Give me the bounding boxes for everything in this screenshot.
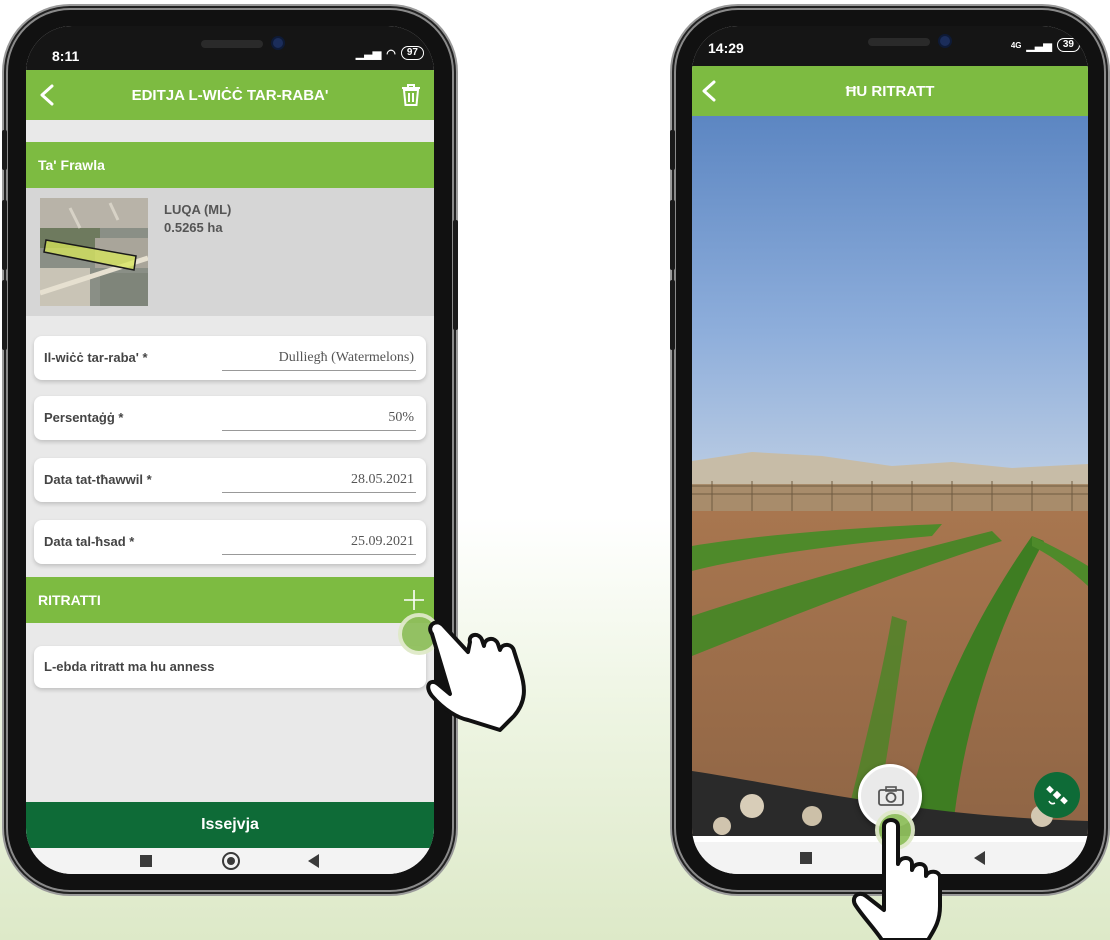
photos-title: RITRATTI xyxy=(38,592,101,608)
android-nav-bar xyxy=(26,848,434,874)
save-button[interactable]: Issejvja xyxy=(26,802,434,848)
crop-type-field[interactable]: Il-wiċċ tar-raba' * Dulliegħ (Watermelon… xyxy=(34,336,426,380)
side-button xyxy=(2,200,7,270)
app-bar: EDITJA L-WIĊĊ TAR-RABA' xyxy=(26,70,434,120)
back-button[interactable] xyxy=(974,851,985,865)
parcel-name: Ta' Frawla xyxy=(38,157,105,173)
field-value: Dulliegħ (Watermelons) xyxy=(278,350,414,365)
speaker-notch xyxy=(868,38,930,46)
back-button[interactable] xyxy=(308,854,319,868)
photos-header: RITRATTI xyxy=(26,577,434,623)
app-bar: ĦU RITRATT xyxy=(692,66,1088,116)
status-icons: 4G ▁▃▅ 39 xyxy=(1011,38,1080,52)
satellite-icon xyxy=(1046,785,1068,805)
field-value: 50% xyxy=(388,410,414,425)
hand-pointer-icon xyxy=(851,818,942,940)
trash-icon[interactable] xyxy=(400,83,422,107)
field-label: Data tat-tħawwil * xyxy=(44,472,152,487)
parcel-name-bar: Ta' Frawla xyxy=(26,142,434,188)
recents-button[interactable] xyxy=(140,855,152,867)
left-phone: 8:11 ▁▃▅ ◠ 97 EDITJA L-WIĊĊ TAR-RABA' Ta… xyxy=(2,10,458,890)
parcel-area: 0.5265 ha xyxy=(164,220,223,235)
left-screen: 8:11 ▁▃▅ ◠ 97 EDITJA L-WIĊĊ TAR-RABA' Ta… xyxy=(26,26,434,874)
percentage-field[interactable]: Persentaġġ * 50% xyxy=(34,396,426,440)
network-label: 4G xyxy=(1010,40,1022,50)
battery-icon: 97 xyxy=(400,46,424,60)
status-icons: ▁▃▅ ◠ 97 xyxy=(356,46,424,60)
wifi-icon: ◠ xyxy=(386,47,396,60)
status-bar: 8:11 ▁▃▅ ◠ 97 xyxy=(26,26,434,70)
field-label: Persentaġġ * xyxy=(44,410,124,425)
battery-icon: 39 xyxy=(1056,38,1080,52)
field-underline xyxy=(222,492,416,493)
page-title: ĦU RITRATT xyxy=(845,82,935,100)
front-camera xyxy=(273,38,283,48)
side-button xyxy=(2,130,7,170)
satellite-button[interactable] xyxy=(1034,772,1080,818)
side-button xyxy=(670,280,675,350)
signal-icon: ▁▃▅ xyxy=(355,47,382,60)
camera-viewfinder[interactable] xyxy=(692,116,1088,836)
side-button xyxy=(2,280,7,350)
photos-empty-text: L-ebda ritratt ma hu anness xyxy=(44,659,215,674)
signal-icon: ▁▃▅ xyxy=(1026,39,1052,52)
photos-empty-card: L-ebda ritratt ma hu anness xyxy=(34,646,426,688)
page-title: EDITJA L-WIĊĊ TAR-RABA' xyxy=(131,86,329,104)
status-time: 14:29 xyxy=(708,40,744,56)
status-time: 8:11 xyxy=(52,48,80,64)
hand-pointer-icon xyxy=(426,620,526,732)
parcel-locality: LUQA (ML) xyxy=(164,202,232,217)
field-value: 25.09.2021 xyxy=(351,534,414,549)
right-screen: 14:29 4G ▁▃▅ 39 ĦU RITRATT xyxy=(692,26,1088,874)
field-label: Il-wiċċ tar-raba' * xyxy=(44,350,148,365)
save-button-label: Issejvja xyxy=(201,816,259,833)
field-value: 28.05.2021 xyxy=(351,472,414,487)
chevron-left-icon[interactable] xyxy=(36,83,60,107)
right-phone: 14:29 4G ▁▃▅ 39 ĦU RITRATT xyxy=(670,10,1104,890)
recents-button[interactable] xyxy=(800,852,812,864)
status-bar: 14:29 4G ▁▃▅ 39 xyxy=(692,26,1088,66)
parcel-summary[interactable]: LUQA (ML) 0.5265 ha xyxy=(26,188,434,316)
side-button xyxy=(670,200,675,270)
harvest-date-field[interactable]: Data tal-ħsad * 25.09.2021 xyxy=(34,520,426,564)
field-underline xyxy=(222,430,416,431)
field-label: Data tal-ħsad * xyxy=(44,534,135,549)
parcel-map-thumbnail xyxy=(40,198,148,306)
field-underline xyxy=(222,554,416,555)
plus-icon[interactable] xyxy=(402,588,426,612)
side-button xyxy=(453,220,458,330)
chevron-left-icon[interactable] xyxy=(698,79,722,103)
speaker-notch xyxy=(201,40,263,48)
camera-icon xyxy=(878,786,904,806)
side-button xyxy=(670,130,675,170)
front-camera xyxy=(940,36,950,46)
field-underline xyxy=(222,370,416,371)
home-button[interactable] xyxy=(222,852,240,870)
planting-date-field[interactable]: Data tat-tħawwil * 28.05.2021 xyxy=(34,458,426,502)
